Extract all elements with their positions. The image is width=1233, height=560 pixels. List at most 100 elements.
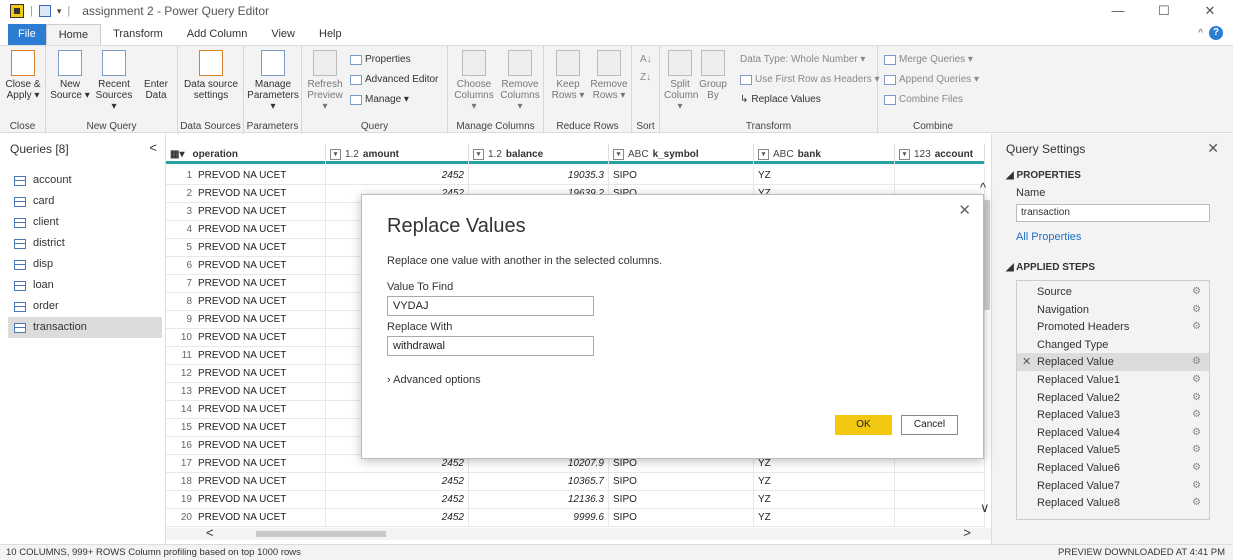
cell-k-symbol[interactable]: SIPO: [609, 509, 754, 527]
scroll-down-icon[interactable]: ∨: [980, 500, 990, 516]
cell-bank[interactable]: YZ: [754, 491, 895, 509]
append-queries-button[interactable]: Append Queries ▾: [884, 74, 979, 85]
filter-dropdown-icon[interactable]: ▾: [758, 148, 769, 160]
query-item-disp[interactable]: disp: [8, 254, 162, 275]
tab-add-column[interactable]: Add Column: [175, 24, 260, 45]
cell-operation[interactable]: 10 PREVOD NA UCET: [166, 329, 326, 347]
table-menu-icon[interactable]: ▦▾: [170, 149, 184, 160]
cell-amount[interactable]: 2452: [326, 167, 469, 185]
step-settings-gear-icon[interactable]: ⚙: [1192, 424, 1201, 442]
cell-account[interactable]: [895, 491, 985, 509]
cell-operation[interactable]: 7 PREVOD NA UCET: [166, 275, 326, 293]
maximize-button[interactable]: ☐: [1141, 0, 1187, 22]
cell-operation[interactable]: 11 PREVOD NA UCET: [166, 347, 326, 365]
cell-operation[interactable]: 3 PREVOD NA UCET: [166, 203, 326, 221]
applied-step[interactable]: Navigation ⚙: [1017, 301, 1209, 319]
cell-operation[interactable]: 13 PREVOD NA UCET: [166, 383, 326, 401]
applied-step[interactable]: Promoted Headers ⚙: [1017, 318, 1209, 336]
applied-step[interactable]: Replaced Value4 ⚙: [1017, 424, 1209, 442]
group-by-button[interactable]: Group By: [698, 50, 728, 101]
cell-account[interactable]: [895, 167, 985, 185]
applied-step[interactable]: Replaced Value1 ⚙: [1017, 371, 1209, 389]
dialog-close-icon[interactable]: ✕: [958, 201, 971, 219]
close-apply-button[interactable]: Close & Apply ▾: [4, 50, 42, 101]
column-header-balance[interactable]: ▾ 1.2 balance: [469, 144, 609, 164]
cell-operation[interactable]: 5 PREVOD NA UCET: [166, 239, 326, 257]
manage-button[interactable]: Manage ▾: [350, 94, 409, 105]
scroll-right-icon[interactable]: >: [963, 525, 971, 540]
data-type-dropdown[interactable]: Data Type: Whole Number ▾: [740, 54, 865, 65]
remove-rows-button[interactable]: Remove Rows ▾: [588, 50, 630, 101]
filter-dropdown-icon[interactable]: ▾: [330, 148, 341, 160]
split-column-button[interactable]: Split Column ▾: [664, 50, 698, 112]
data-source-settings-button[interactable]: Data source settings: [182, 50, 240, 101]
query-item-account[interactable]: account: [8, 170, 162, 191]
cell-amount[interactable]: 2452: [326, 509, 469, 527]
applied-step[interactable]: ✕ Replaced Value ⚙: [1017, 353, 1209, 372]
step-settings-gear-icon[interactable]: ⚙: [1192, 318, 1201, 336]
collapse-ribbon-icon[interactable]: ^: [1198, 28, 1203, 39]
cell-bank[interactable]: YZ: [754, 509, 895, 527]
cell-operation[interactable]: 15 PREVOD NA UCET: [166, 419, 326, 437]
tab-view[interactable]: View: [259, 24, 307, 45]
query-item-client[interactable]: client: [8, 212, 162, 233]
applied-steps-section-label[interactable]: ◢ APPLIED STEPS: [1006, 262, 1095, 273]
applied-step[interactable]: Replaced Value2 ⚙: [1017, 389, 1209, 407]
step-settings-gear-icon[interactable]: ⚙: [1192, 301, 1201, 319]
step-settings-gear-icon[interactable]: ⚙: [1192, 283, 1201, 301]
query-item-district[interactable]: district: [8, 233, 162, 254]
close-settings-icon[interactable]: ✕: [1207, 140, 1219, 157]
cell-operation[interactable]: 14 PREVOD NA UCET: [166, 401, 326, 419]
manage-parameters-button[interactable]: Manage Parameters ▾: [247, 50, 299, 112]
cell-operation[interactable]: 18 PREVOD NA UCET: [166, 473, 326, 491]
cancel-button[interactable]: Cancel: [901, 415, 958, 435]
cell-operation[interactable]: 17 PREVOD NA UCET: [166, 455, 326, 473]
cell-operation[interactable]: 19 PREVOD NA UCET: [166, 491, 326, 509]
applied-step[interactable]: Replaced Value3 ⚙: [1017, 406, 1209, 424]
first-row-headers-button[interactable]: Use First Row as Headers ▾: [740, 74, 880, 85]
query-item-card[interactable]: card: [8, 191, 162, 212]
column-header-account[interactable]: ▾ 123 account: [895, 144, 985, 164]
cell-amount[interactable]: 2452: [326, 491, 469, 509]
cell-amount[interactable]: 2452: [326, 473, 469, 491]
cell-operation[interactable]: 4 PREVOD NA UCET: [166, 221, 326, 239]
keep-rows-button[interactable]: Keep Rows ▾: [548, 50, 588, 101]
replace-values-button[interactable]: ↳ Replace Values: [740, 94, 821, 105]
choose-columns-button[interactable]: Choose Columns ▾: [452, 50, 496, 112]
tab-home[interactable]: Home: [45, 24, 102, 45]
column-header-operation[interactable]: ▦▾ operation: [166, 144, 326, 164]
properties-button[interactable]: Properties: [350, 54, 411, 65]
cell-k-symbol[interactable]: SIPO: [609, 473, 754, 491]
save-icon[interactable]: [38, 5, 51, 17]
advanced-options-toggle[interactable]: › Advanced options: [387, 374, 481, 386]
step-settings-gear-icon[interactable]: ⚙: [1192, 353, 1201, 371]
vertical-scrollbar-thumb[interactable]: [984, 200, 990, 310]
cell-account[interactable]: [895, 473, 985, 491]
tab-file[interactable]: File: [8, 24, 46, 45]
quick-access-dropdown-icon[interactable]: ▾: [57, 6, 62, 17]
recent-sources-button[interactable]: Recent Sources ▾: [92, 50, 136, 112]
refresh-preview-button[interactable]: Refresh Preview ▾: [306, 50, 344, 112]
filter-dropdown-icon[interactable]: ▾: [473, 148, 484, 160]
column-header-k-symbol[interactable]: ▾ ABC k_symbol: [609, 144, 754, 164]
query-item-transaction[interactable]: transaction: [8, 317, 162, 338]
cell-operation[interactable]: 16 PREVOD NA UCET: [166, 437, 326, 455]
step-settings-gear-icon[interactable]: ⚙: [1192, 459, 1201, 477]
applied-step[interactable]: Replaced Value8 ⚙: [1017, 494, 1209, 512]
remove-columns-button[interactable]: Remove Columns ▾: [498, 50, 542, 112]
filter-dropdown-icon[interactable]: ▾: [899, 148, 910, 160]
sort-ascending-icon[interactable]: A↓: [640, 54, 652, 65]
table-row[interactable]: 20 PREVOD NA UCET 2452 9999.6 SIPO YZ: [166, 509, 985, 527]
filter-dropdown-icon[interactable]: ▾: [613, 148, 624, 160]
combine-files-button[interactable]: Combine Files: [884, 94, 963, 105]
table-row[interactable]: 19 PREVOD NA UCET 2452 12136.3 SIPO YZ: [166, 491, 985, 509]
cell-operation[interactable]: 12 PREVOD NA UCET: [166, 365, 326, 383]
cell-balance[interactable]: 19035.3: [469, 167, 609, 185]
scroll-up-icon[interactable]: ^: [980, 180, 986, 195]
applied-step[interactable]: Source ⚙: [1017, 283, 1209, 301]
step-settings-gear-icon[interactable]: ⚙: [1192, 441, 1201, 459]
table-row[interactable]: 1 PREVOD NA UCET 2452 19035.3 SIPO YZ: [166, 167, 985, 185]
value-to-find-input[interactable]: VYDAJ: [387, 296, 594, 316]
tab-transform[interactable]: Transform: [101, 24, 175, 45]
cell-k-symbol[interactable]: SIPO: [609, 491, 754, 509]
